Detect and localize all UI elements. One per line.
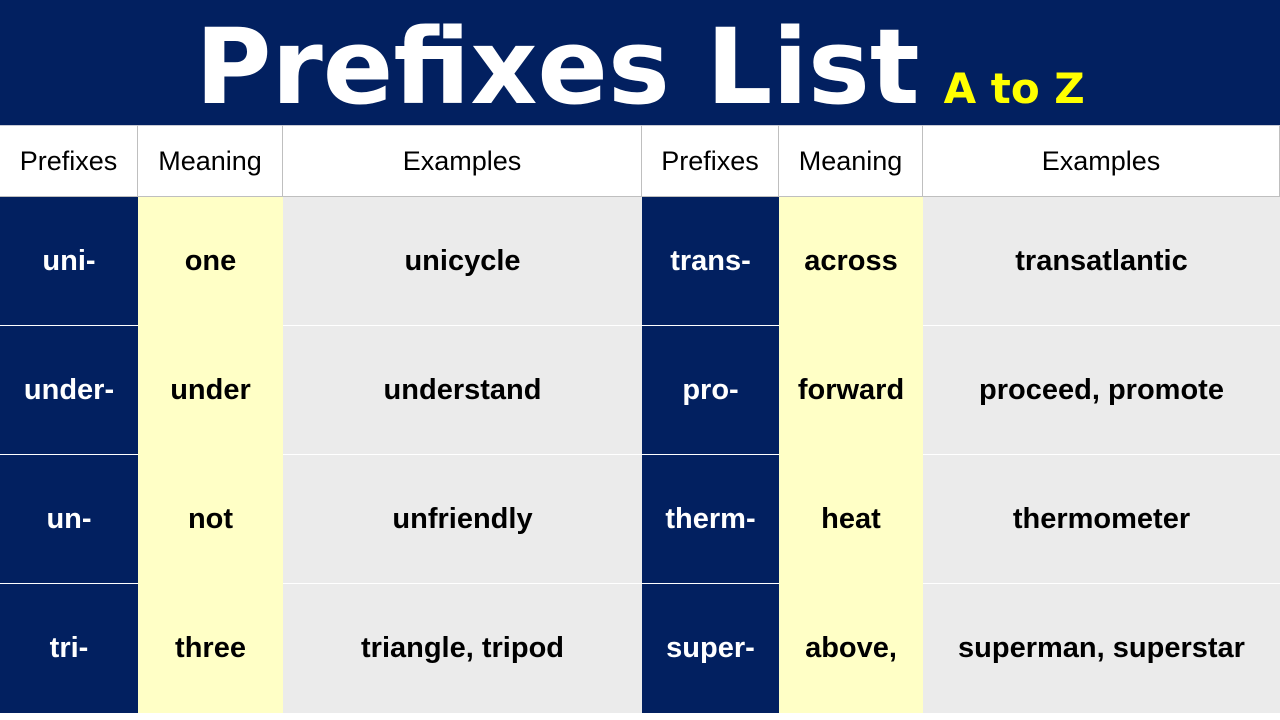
examples-cell: transatlantic: [923, 197, 1280, 326]
prefix-cell: pro-: [642, 326, 779, 455]
prefix-cell: super-: [642, 584, 779, 713]
prefix-cell: un-: [0, 455, 138, 584]
header-meaning: Meaning: [779, 125, 923, 197]
prefix-cell: uni-: [0, 197, 138, 326]
examples-cell: proceed, promote: [923, 326, 1280, 455]
page-title: Prefixes List: [195, 6, 920, 128]
meaning-cell: not: [138, 455, 283, 584]
meaning-cell: three: [138, 584, 283, 713]
prefix-cell: tri-: [0, 584, 138, 713]
prefix-table-right: Prefixes Meaning Examples trans- across …: [642, 125, 1280, 713]
examples-cell: triangle, tripod: [283, 584, 642, 713]
page-subtitle: A to Z: [943, 64, 1085, 113]
header-prefixes: Prefixes: [642, 125, 779, 197]
meaning-cell: one: [138, 197, 283, 326]
header-meaning: Meaning: [138, 125, 283, 197]
meaning-cell: heat: [779, 455, 923, 584]
meaning-cell: under: [138, 326, 283, 455]
title-group: Prefixes List A to Z: [195, 15, 1085, 119]
prefix-cell: under-: [0, 326, 138, 455]
meaning-cell: across: [779, 197, 923, 326]
examples-cell: unicycle: [283, 197, 642, 326]
prefix-table-left: Prefixes Meaning Examples uni- one unicy…: [0, 125, 642, 713]
header-examples: Examples: [283, 125, 642, 197]
title-banner: Prefixes List A to Z: [0, 0, 1280, 125]
meaning-cell: forward: [779, 326, 923, 455]
prefix-cell: trans-: [642, 197, 779, 326]
examples-cell: understand: [283, 326, 642, 455]
examples-cell: superman, superstar: [923, 584, 1280, 713]
meaning-cell: above,: [779, 584, 923, 713]
examples-cell: thermometer: [923, 455, 1280, 584]
header-examples: Examples: [923, 125, 1280, 197]
examples-cell: unfriendly: [283, 455, 642, 584]
prefix-cell: therm-: [642, 455, 779, 584]
header-prefixes: Prefixes: [0, 125, 138, 197]
